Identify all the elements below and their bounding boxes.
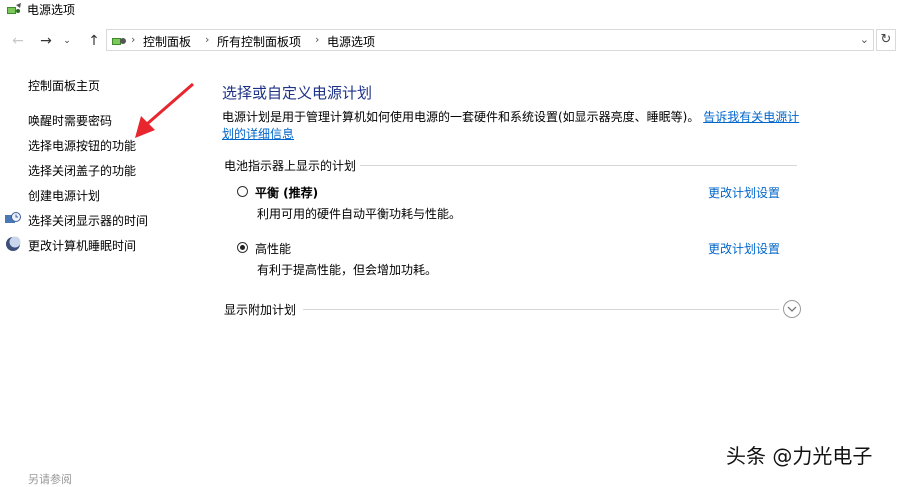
change-plan-settings-link[interactable]: 更改计划设置 (708, 184, 780, 201)
plan-balanced: 平衡 (推荐) 利用可用的硬件自动平衡功耗与性能。 更改计划设置 (237, 184, 797, 224)
chevron-down-icon (787, 306, 797, 312)
annotation-arrow (135, 82, 194, 138)
plan-name[interactable]: 高性能 (255, 240, 291, 257)
balanced-radio[interactable] (237, 186, 248, 197)
page-title: 选择或自定义电源计划 (222, 84, 373, 102)
breadcrumb-control-panel[interactable]: 控制面板 (143, 33, 191, 50)
window-title: 电源选项 (27, 3, 76, 17)
power-options-icon (7, 3, 21, 14)
chevron-down-icon[interactable]: ⌄ (860, 33, 869, 46)
address-bar[interactable]: › 控制面板 › 所有控制面板项 › 电源选项 ⌄ (106, 29, 874, 51)
chevron-right-icon: › (131, 33, 136, 46)
change-plan-settings-link[interactable]: 更改计划设置 (708, 240, 780, 257)
additional-plans-header[interactable]: 显示附加计划 (224, 301, 784, 317)
recent-dropdown-icon[interactable]: ⌄ (60, 31, 74, 51)
breadcrumb-power-options[interactable]: 电源选项 (327, 33, 375, 50)
control-panel-icon (112, 38, 126, 45)
divider (360, 165, 797, 166)
moon-icon (6, 236, 21, 251)
high-performance-radio[interactable] (237, 242, 248, 253)
plan-high-performance: 高性能 有利于提高性能，但会增加功耗。 更改计划设置 (237, 240, 797, 280)
navigation-bar: ← → ⌄ ↑ › 控制面板 › 所有控制面板项 › 电源选项 ⌄ ↻ (0, 27, 907, 55)
battery-plans-label: 电池指示器上显示的计划 (224, 159, 357, 173)
sidebar-item-power-button[interactable]: 选择电源按钮的功能 (28, 137, 136, 154)
sidebar-item-lid-close[interactable]: 选择关闭盖子的功能 (28, 162, 136, 179)
sidebar-item-wake-password[interactable]: 唤醒时需要密码 (28, 112, 112, 129)
up-arrow-icon[interactable]: ↑ (84, 31, 104, 51)
sidebar-item-sleep-time[interactable]: 更改计算机睡眠时间 (28, 237, 136, 254)
description-text: 电源计划是用于管理计算机如何使用电源的一套硬件和系统设置(如显示器亮度、睡眠等)… (222, 110, 700, 124)
sidebar-home-link[interactable]: 控制面板主页 (28, 77, 100, 94)
expand-additional-plans-button[interactable] (783, 300, 801, 318)
forward-arrow-icon[interactable]: → (36, 31, 56, 51)
monitor-clock-icon (5, 212, 21, 223)
refresh-icon[interactable]: ↻ (876, 29, 896, 51)
breadcrumb-all-items[interactable]: 所有控制面板项 (217, 33, 301, 50)
watermark: 头条 @力光电子 (726, 444, 873, 468)
title-bar: 电源选项 (0, 0, 907, 22)
divider (303, 309, 779, 310)
see-also-label: 另请参阅 (28, 473, 72, 486)
plan-description: 利用可用的硬件自动平衡功耗与性能。 (257, 207, 462, 221)
plan-description: 有利于提高性能，但会增加功耗。 (257, 263, 438, 277)
back-arrow-icon[interactable]: ← (8, 31, 28, 51)
page-description: 电源计划是用于管理计算机如何使用电源的一套硬件和系统设置(如显示器亮度、睡眠等)… (222, 109, 802, 143)
chevron-right-icon: › (315, 33, 320, 46)
battery-plans-header: 电池指示器上显示的计划 (224, 157, 798, 173)
chevron-right-icon: › (205, 33, 210, 46)
additional-plans-label: 显示附加计划 (224, 303, 297, 317)
sidebar-item-create-plan[interactable]: 创建电源计划 (28, 187, 100, 204)
sidebar-item-display-off[interactable]: 选择关闭显示器的时间 (28, 212, 148, 229)
plan-name[interactable]: 平衡 (推荐) (255, 184, 318, 201)
